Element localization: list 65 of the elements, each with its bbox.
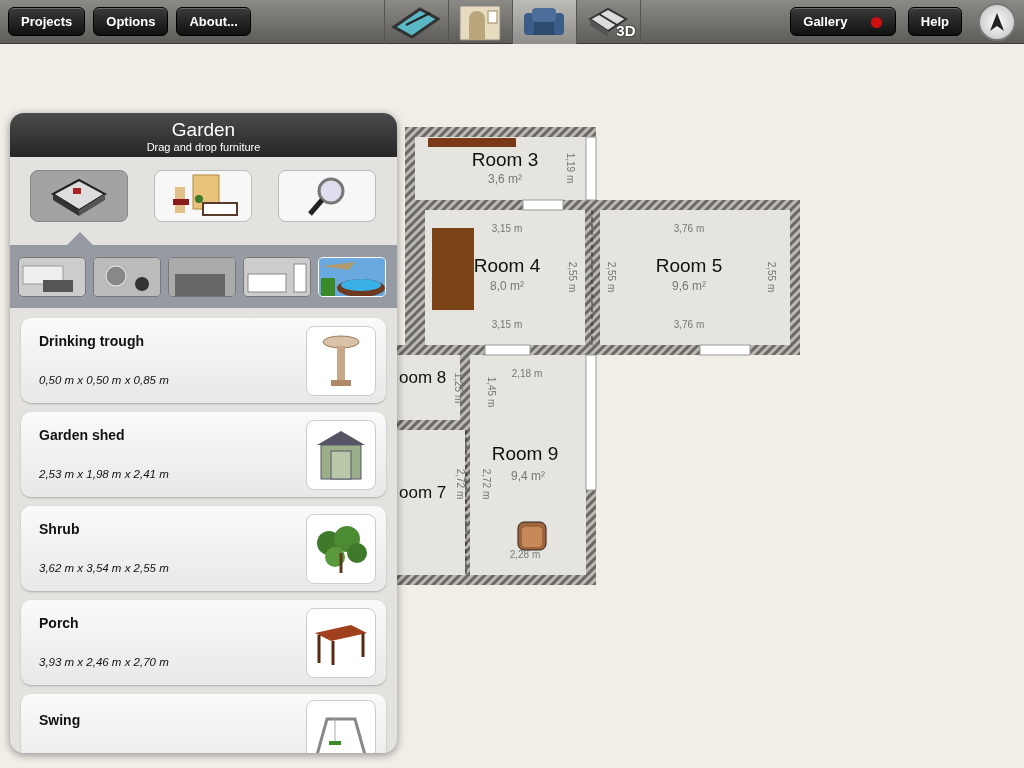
window [699, 344, 751, 356]
room-label: oom 7 [399, 483, 447, 502]
furniture-card[interactable]: Porch 3,93 m x 2,46 m x 2,70 m [21, 600, 386, 685]
dimension-label: 3,15 m [491, 223, 523, 234]
compass-button[interactable] [978, 2, 1016, 41]
toolbar-button[interactable]: About... [176, 7, 251, 36]
swing-set-icon [313, 715, 369, 753]
dimension-label: 2,55 m [606, 261, 617, 293]
furniture-card[interactable]: Garden shed 2,53 m x 1,98 m x 2,41 m [21, 412, 386, 497]
furniture-card[interactable]: Drinking trough 0,50 m x 0,50 m x 0,85 m [21, 318, 386, 403]
panel-subtitle: Drag and drop furniture [145, 141, 262, 154]
item-name: Drinking trough [39, 332, 145, 352]
item-dimensions: 3,93 m x 2,46 m x 2,70 m [39, 655, 169, 671]
stove-icon [94, 257, 160, 296]
view-tab[interactable] [511, 0, 576, 44]
dimension-label: 2,55 m [766, 261, 777, 293]
window [585, 136, 597, 201]
dimension-label: 1,25 m [453, 372, 464, 404]
room-label: oom 8 [399, 368, 447, 387]
furniture-card[interactable]: Swing [21, 694, 386, 753]
dimension-label: 3,76 m [673, 319, 705, 330]
category-button[interactable] [93, 256, 161, 297]
window [522, 199, 564, 211]
toolbar-button[interactable]: Projects [8, 7, 86, 36]
bed-icon [169, 257, 235, 296]
item-dimensions: 3,62 m x 3,54 m x 2,55 m [39, 561, 169, 577]
pool-icon [319, 257, 385, 296]
mode-button[interactable] [154, 170, 252, 222]
dimension-label: 3,15 m [491, 319, 523, 330]
dimension-label: 2,72 m [455, 468, 466, 500]
category-button[interactable] [243, 256, 311, 297]
room-label: Room 4 [473, 255, 541, 276]
item-name: Porch [39, 614, 80, 634]
item-dimensions: 2,53 m x 1,98 m x 2,41 m [39, 467, 169, 483]
dimension-label: 2,72 m [481, 468, 492, 500]
room-area: 3,6 m² [488, 172, 522, 186]
gallery-button[interactable]: Gallery [789, 7, 896, 36]
help-button[interactable]: Help [907, 7, 962, 36]
room-area: 9,6 m² [672, 279, 706, 293]
item-name: Garden shed [39, 426, 126, 446]
tab-label: 3D [616, 21, 636, 41]
panel-title: Garden [170, 118, 237, 141]
view-tab[interactable]: 3D [575, 0, 640, 44]
item-name: Shrub [39, 520, 81, 540]
room-label: Room 5 [655, 255, 723, 276]
furniture-card[interactable]: Shrub 3,62 m x 3,54 m x 2,55 m [21, 506, 386, 591]
arrow-icon [990, 12, 1004, 31]
dimension-label: 1,19 m [565, 152, 576, 184]
window [484, 344, 531, 356]
item-name: Swing [39, 711, 81, 730]
dimension-label: 2,28 m [509, 549, 541, 560]
room-label: Room 9 [491, 443, 559, 464]
dimension-label: 3,76 m [673, 223, 705, 234]
item-dimensions: 0,50 m x 0,50 m x 0,85 m [39, 373, 169, 389]
room-label: Room 3 [471, 149, 539, 170]
dimension-label: 2,18 m [511, 368, 543, 379]
toolbar-button[interactable]: Options [93, 7, 169, 36]
category-button[interactable] [18, 256, 86, 297]
armchair [517, 521, 547, 551]
room-area: 8,0 m² [490, 279, 524, 293]
bathtub-icon [244, 257, 310, 296]
room-area: 9,4 m² [511, 469, 545, 483]
dimension-label: 1,45 m [486, 376, 497, 408]
dimension-label: 2,55 m [567, 261, 578, 293]
mode-button[interactable] [30, 170, 128, 222]
